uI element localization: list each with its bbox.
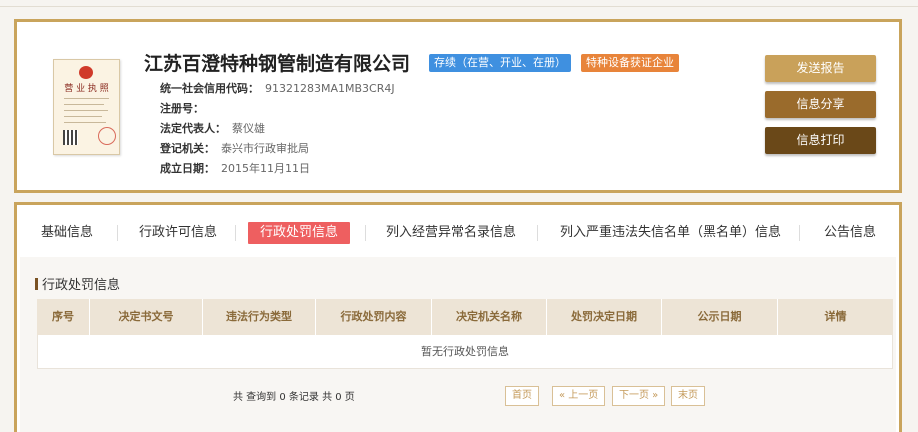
- tab-administrative-penalty[interactable]: 行政处罚信息: [248, 222, 351, 244]
- send-report-button[interactable]: 发送报告: [765, 55, 876, 82]
- info-tabs-panel: 基础信息 行政许可信息 行政处罚信息 列入经营异常名录信息 列入严重违法失信名单…: [14, 202, 902, 432]
- tab-separator: [799, 225, 800, 241]
- top-divider: [0, 6, 918, 7]
- tab-announcements[interactable]: 公告信息: [824, 222, 876, 244]
- license-text-line: [64, 116, 102, 117]
- established-date-label: 成立日期：: [160, 162, 215, 175]
- column-header: 决定机关名称: [456, 310, 522, 323]
- seal-stamp-icon: [98, 127, 116, 145]
- registration-authority-label: 登记机关：: [160, 142, 215, 155]
- tab-blacklist[interactable]: 列入严重违法失信名单（黑名单）信息: [560, 222, 781, 244]
- special-equipment-badge: 特种设备获证企业: [581, 54, 679, 72]
- license-text-line: [64, 98, 109, 99]
- license-text-line: [64, 110, 108, 111]
- tab-abnormal-operation-list[interactable]: 列入经营异常名录信息: [386, 222, 516, 244]
- business-license-image[interactable]: 营 业 执 照: [53, 59, 120, 155]
- section-title-marker: [35, 278, 38, 290]
- last-page-button[interactable]: 末页: [671, 386, 705, 406]
- registration-number-label: 注册号：: [160, 102, 204, 115]
- registration-authority-row: 登记机关： 泰兴市行政审批局: [160, 140, 309, 156]
- national-emblem-icon: [79, 66, 93, 79]
- legal-representative-value: 蔡仪雄: [232, 122, 265, 135]
- license-text-line: [64, 122, 106, 123]
- tab-administrative-license[interactable]: 行政许可信息: [139, 222, 217, 244]
- qr-code-icon: [63, 130, 78, 145]
- column-header: 序号: [52, 310, 74, 323]
- credit-code-value: 91321283MA1MB3CR4J: [265, 82, 395, 95]
- tab-bar: 基础信息 行政许可信息 行政处罚信息 列入经营异常名录信息 列入严重违法失信名单…: [17, 205, 899, 257]
- print-info-button[interactable]: 信息打印: [765, 127, 876, 154]
- first-page-button[interactable]: 首页: [505, 386, 539, 406]
- share-info-button[interactable]: 信息分享: [765, 91, 876, 118]
- tab-separator: [235, 225, 236, 241]
- tab-basic-info[interactable]: 基础信息: [41, 222, 93, 244]
- column-header: 违法行为类型: [226, 310, 292, 323]
- registration-number-row: 注册号：: [160, 100, 210, 116]
- section-title-text: 行政处罚信息: [42, 278, 121, 293]
- section-title: 行政处罚信息: [35, 274, 120, 293]
- registration-authority-value: 泰兴市行政审批局: [221, 142, 309, 155]
- next-page-button[interactable]: 下一页 »: [612, 386, 666, 406]
- column-header: 决定书文号: [118, 310, 174, 323]
- license-title: 营 业 执 照: [64, 84, 109, 94]
- tab-separator: [365, 225, 366, 241]
- column-header: 公示日期: [697, 310, 742, 323]
- column-header: 处罚决定日期: [571, 310, 637, 323]
- company-name: 江苏百澄特种钢管制造有限公司: [144, 53, 411, 75]
- credit-code-row: 统一社会信用代码： 91321283MA1MB3CR4J: [160, 80, 395, 96]
- legal-representative-label: 法定代表人：: [160, 122, 226, 135]
- company-card: 营 业 执 照 江苏百澄特种钢管制造有限公司 存续（在营、开业、在册） 特种设备…: [14, 19, 902, 193]
- empty-table-message: 暂无行政处罚信息: [37, 335, 893, 369]
- legal-representative-row: 法定代表人： 蔡仪雄: [160, 120, 265, 136]
- license-text-line: [64, 104, 104, 105]
- tab-separator: [537, 225, 538, 241]
- penalty-section: 行政处罚信息 序号 决定书文号 违法行为类型 行政处罚内容 决定机关名称 处罚决…: [20, 257, 896, 432]
- column-header: 行政处罚内容: [340, 310, 407, 323]
- status-badge: 存续（在营、开业、在册）: [429, 54, 571, 72]
- penalty-table-header: 序号 决定书文号 违法行为类型 行政处罚内容 决定机关名称 处罚决定日期 公示日…: [37, 299, 893, 335]
- tab-separator: [117, 225, 118, 241]
- column-header: 详情: [824, 310, 847, 323]
- credit-code-label: 统一社会信用代码：: [160, 82, 259, 95]
- established-date-row: 成立日期： 2015年11月11日: [160, 160, 310, 176]
- pagination-summary: 共 查询到 0 条记录 共 0 页: [233, 392, 355, 403]
- established-date-value: 2015年11月11日: [221, 162, 310, 175]
- previous-page-button[interactable]: « 上一页: [552, 386, 606, 406]
